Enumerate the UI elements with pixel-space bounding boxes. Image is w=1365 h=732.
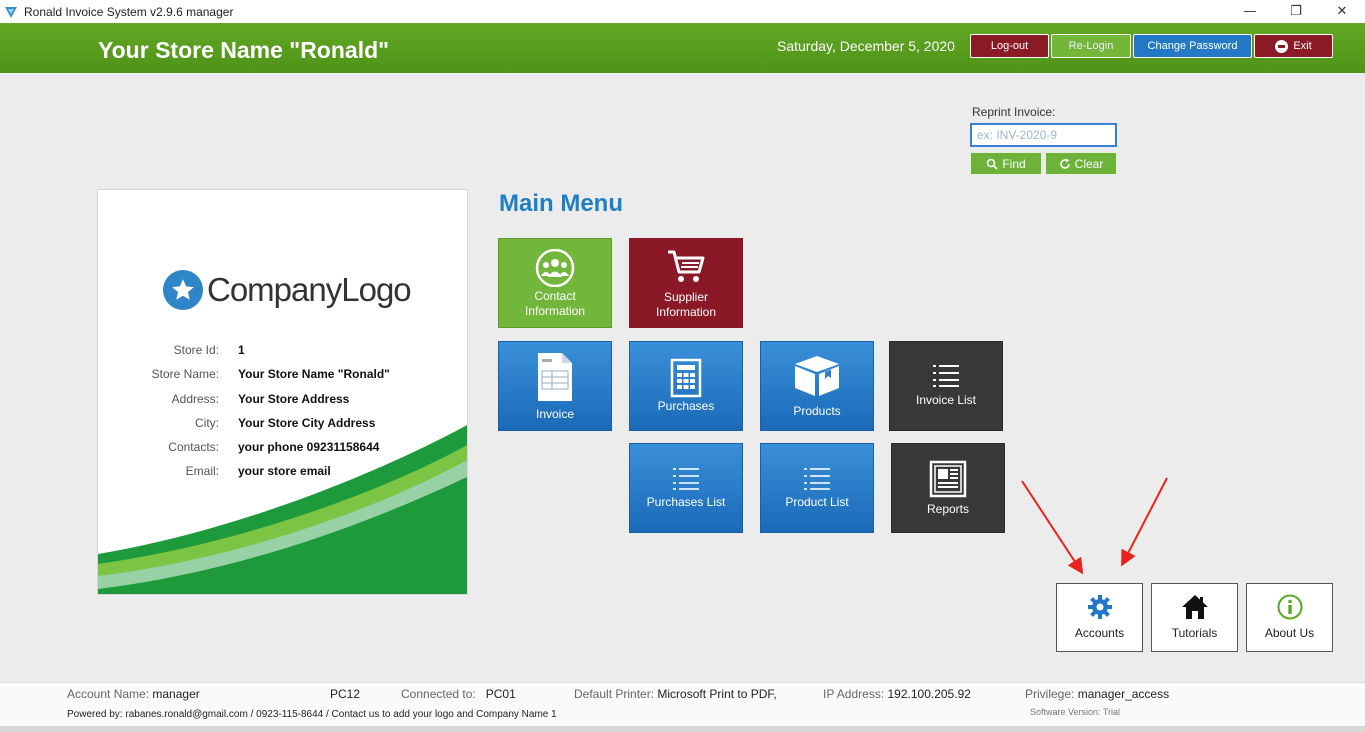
address-row: Address: Your Store Address — [98, 392, 467, 410]
store-name-label: Store Name: — [151, 367, 219, 381]
privilege-status: Privilege: manager_access — [1025, 687, 1169, 701]
tile-supplier-information[interactable]: Supplier Information — [629, 238, 743, 328]
exit-button[interactable]: Exit — [1254, 34, 1333, 58]
ip-address-label: IP Address: — [823, 687, 885, 701]
purchases-list-label: Purchases List — [646, 495, 726, 509]
logo-text: CompanyLogo — [207, 271, 412, 308]
clear-button[interactable]: Clear — [1045, 152, 1117, 175]
tile-invoice-list[interactable]: Invoice List — [889, 341, 1003, 431]
newspaper-icon — [929, 460, 967, 498]
change-password-button[interactable]: Change Password — [1133, 34, 1252, 58]
store-info-card: CompanyLogo Store Id: 1 Store Name: Your… — [97, 189, 468, 595]
store-id-label: Store Id: — [173, 343, 219, 357]
accounts-button[interactable]: Accounts — [1056, 583, 1143, 652]
reports-label: Reports — [926, 502, 970, 516]
company-logo: CompanyLogo — [163, 270, 412, 310]
window-titlebar: Ronald Invoice System v2.9.6 manager — ❐… — [0, 0, 1365, 23]
window-title: Ronald Invoice System v2.9.6 manager — [24, 4, 234, 19]
default-printer-label: Default Printer: — [574, 687, 655, 701]
ip-address-value: 192.100.205.92 — [887, 687, 971, 701]
window-controls: — ❐ ✕ — [1227, 0, 1365, 23]
cart-icon — [668, 250, 705, 282]
tutorials-button[interactable]: Tutorials — [1151, 583, 1238, 652]
tile-purchases-list[interactable]: Purchases List — [629, 443, 743, 533]
reprint-invoice-label: Reprint Invoice: — [972, 105, 1056, 119]
tile-contact-information[interactable]: Contact Information — [498, 238, 612, 328]
about-us-button[interactable]: About Us — [1246, 583, 1333, 652]
green-wave-decoration — [98, 425, 467, 594]
contact-information-line2: Information — [524, 304, 586, 318]
account-name-label: Account Name: — [67, 687, 150, 701]
powered-by-text: Powered by: rabanes.ronald@gmail.com / 0… — [67, 709, 557, 720]
box-icon — [795, 356, 839, 396]
connected-to-label: Connected to: — [401, 687, 476, 701]
invoice-label: Invoice — [535, 407, 575, 421]
tile-reports[interactable]: Reports — [891, 443, 1005, 533]
connected-to-value: PC01 — [485, 687, 516, 701]
accounts-label: Accounts — [1074, 626, 1125, 640]
default-printer-status: Default Printer: Microsoft Print to PDF, — [574, 687, 777, 701]
tile-product-list[interactable]: Product List — [760, 443, 874, 533]
refresh-icon — [1059, 158, 1070, 169]
store-id-row: Store Id: 1 — [98, 343, 467, 361]
account-name-value: manager — [152, 687, 200, 701]
purchases-label: Purchases — [657, 399, 715, 413]
find-button[interactable]: Find — [970, 152, 1042, 175]
horizontal-scrollbar[interactable] — [0, 726, 1365, 732]
products-label: Products — [793, 404, 841, 418]
main-menu-title: Main Menu — [499, 190, 623, 217]
status-bar: Account Name: manager PC12 Connected to:… — [0, 682, 1365, 732]
purchases-sheet-icon — [670, 358, 702, 398]
star-icon — [163, 270, 203, 310]
list-icon — [673, 468, 699, 490]
tile-purchases[interactable]: Purchases — [629, 341, 743, 431]
restore-button[interactable]: ❐ — [1273, 0, 1319, 23]
pc-value: PC12 — [330, 687, 361, 701]
gear-icon — [1087, 595, 1112, 619]
search-icon — [987, 158, 998, 170]
store-title: Your Store Name "Ronald" — [98, 37, 390, 63]
list-icon — [804, 468, 830, 490]
invoice-list-label: Invoice List — [915, 393, 977, 407]
close-button[interactable]: ✕ — [1319, 0, 1365, 23]
product-list-label: Product List — [785, 495, 849, 509]
contact-information-line1: Contact — [534, 289, 576, 303]
store-name-value: Your Store Name "Ronald" — [238, 367, 390, 381]
tile-products[interactable]: Products — [760, 341, 874, 431]
privilege-label: Privilege: — [1025, 687, 1075, 701]
account-name-status: Account Name: manager — [67, 687, 200, 701]
clear-label: Clear — [1074, 156, 1104, 171]
annotation-arrows — [1021, 477, 1168, 575]
tile-invoice[interactable]: Invoice — [498, 341, 612, 431]
address-label: Address: — [171, 392, 219, 406]
logout-button[interactable]: Log-out — [970, 34, 1049, 58]
exit-label: Exit — [1293, 40, 1312, 52]
invoice-document-icon — [538, 353, 572, 401]
tutorials-label: Tutorials — [1171, 626, 1218, 640]
default-printer-value: Microsoft Print to PDF, — [657, 687, 777, 701]
relogin-button[interactable]: Re-Login — [1051, 34, 1131, 58]
supplier-information-line1: Supplier — [663, 290, 709, 304]
app-header: Your Store Name "Ronald" Saturday, Decem… — [0, 23, 1365, 73]
about-us-label: About Us — [1264, 626, 1315, 640]
connected-to-status: Connected to: PC01 — [401, 687, 516, 701]
ip-address-status: IP Address: 192.100.205.92 — [823, 687, 971, 701]
stop-icon — [1275, 39, 1289, 53]
current-date: Saturday, December 5, 2020 — [777, 38, 955, 54]
users-icon — [535, 249, 575, 287]
privilege-value: manager_access — [1077, 687, 1170, 701]
pc-status: PC12 — [330, 687, 360, 701]
address-value: Your Store Address — [238, 392, 350, 406]
home-icon — [1181, 595, 1208, 619]
store-id-value: 1 — [238, 343, 245, 357]
minimize-button[interactable]: — — [1227, 0, 1273, 23]
find-label: Find — [1002, 156, 1026, 171]
reprint-invoice-input[interactable] — [970, 123, 1117, 147]
app-icon — [5, 6, 17, 18]
supplier-information-line2: Information — [655, 305, 717, 319]
info-icon — [1277, 594, 1302, 620]
software-version: Software Version: Trial — [1030, 707, 1121, 717]
store-name-row: Store Name: Your Store Name "Ronald" — [98, 367, 467, 385]
list-icon — [933, 365, 959, 387]
